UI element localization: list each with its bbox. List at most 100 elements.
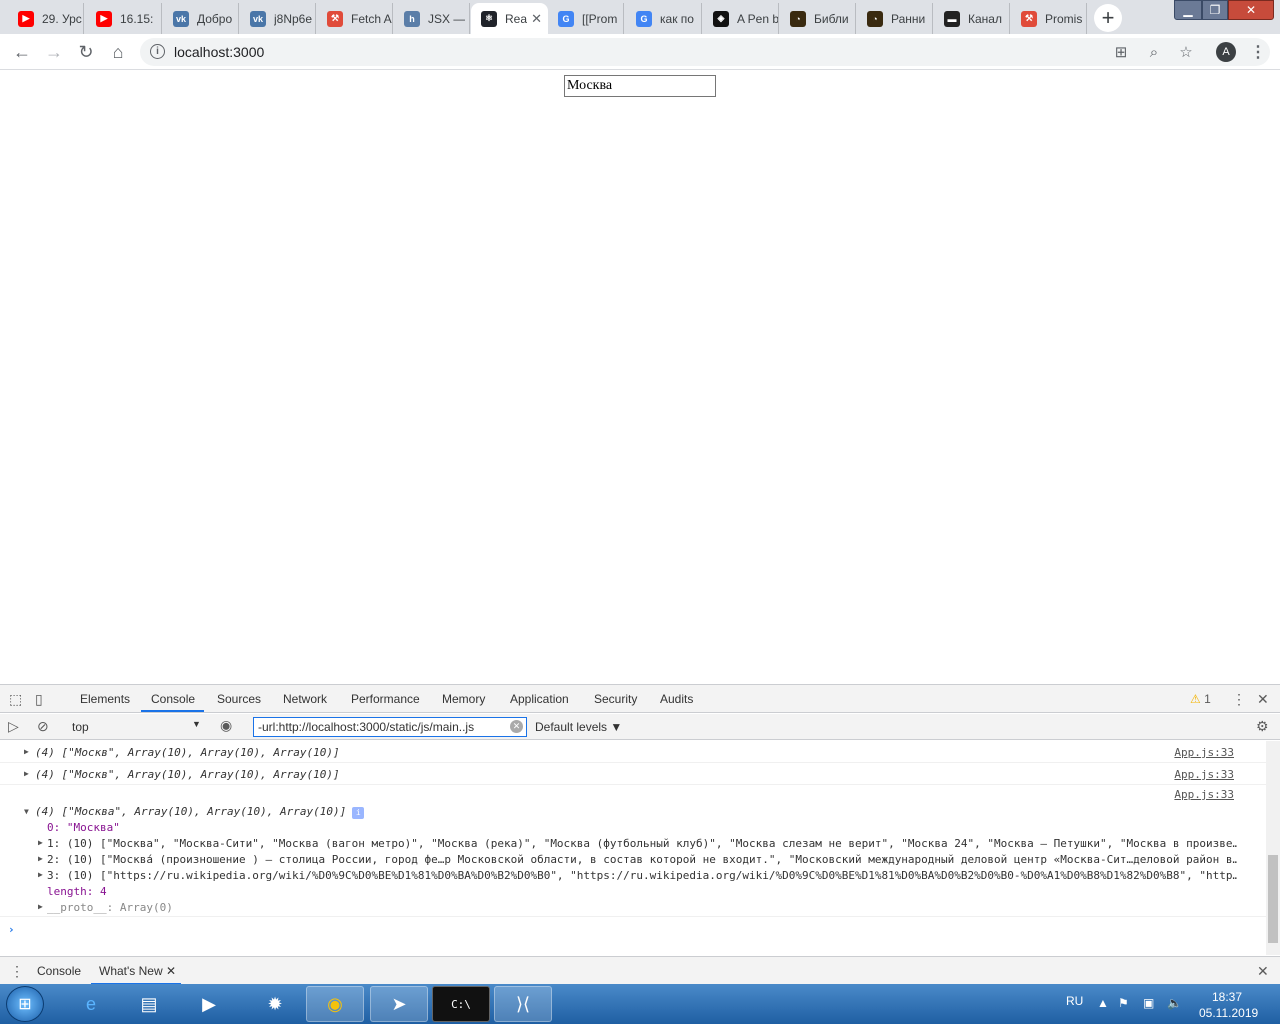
home-icon[interactable]: ⌂ [106,41,130,63]
new-tab-button[interactable]: + [1094,4,1122,32]
sidebar-toggle-icon[interactable]: ▷ [8,718,19,735]
live-expression-eye-icon[interactable]: ◉ [220,717,232,734]
google-icon: G [558,10,574,27]
close-tab-icon[interactable]: ✕ [531,11,542,27]
drawer-close-icon[interactable]: ✕ [1257,963,1269,980]
context-dropdown-icon[interactable]: ▼ [192,719,201,729]
browser-tab[interactable]: ◔ Ранни [857,3,933,34]
devtools-tab-audits[interactable]: Audits [660,692,693,706]
expand-caret-icon[interactable]: ▶ [38,902,43,911]
address-url[interactable]: localhost:3000 [174,44,264,60]
collapse-caret-icon[interactable]: ▼ [24,807,29,816]
warning-indicator[interactable]: ⚠ 1 [1190,692,1211,706]
browser-tab[interactable]: ⚛ Rea ✕ [471,3,548,34]
settings-app-icon[interactable]: ✹ [246,986,304,1022]
console-scrollbar[interactable] [1266,741,1280,955]
browser-tab[interactable]: h JSX — [394,3,470,34]
browser-tab[interactable]: ⚒ Fetch A [317,3,393,34]
explorer-icon[interactable]: ▤ [120,986,178,1022]
expand-caret-icon[interactable]: ▶ [38,854,43,863]
chrome-icon[interactable]: ◉ [306,986,364,1022]
minimize-button[interactable]: ▁ [1174,0,1202,20]
console-log-row[interactable]: ▶ (4) ["Москв", Array(10), Array(10), Ar… [0,763,1266,785]
console-log-source-link[interactable]: App.js:33 [1174,746,1234,759]
browser-tab[interactable]: ▶ 29. Урс [8,3,84,34]
glasses-icon: ◔ [867,10,883,27]
active-tab-indicator [141,710,204,712]
clock-time[interactable]: 18:37 [1212,990,1242,1004]
console-prompt-icon[interactable]: › [8,923,15,936]
expand-caret-icon[interactable]: ▶ [38,870,43,879]
devtools-tab-sources[interactable]: Sources [217,692,261,706]
browser-tab[interactable]: vk j8Np6e [240,3,316,34]
network-icon[interactable]: ▣ [1143,996,1154,1010]
console-messages: ▶ (4) ["Москв", Array(10), Array(10), Ar… [0,741,1266,955]
console-log-source-link[interactable]: App.js:33 [1174,768,1234,781]
drawer-tab-console[interactable]: Console [37,964,81,978]
browser-tab[interactable]: ◔ Библи [780,3,856,34]
browser-tab[interactable]: vk Добро [163,3,239,34]
ie-icon[interactable]: e [62,986,120,1022]
forward-icon[interactable]: → [42,41,66,63]
telegram-icon[interactable]: ➤ [370,986,428,1022]
devtools-tab-memory[interactable]: Memory [442,692,485,706]
array-item-1[interactable]: 1: (10) ["Москва", "Москва-Сити", "Москв… [47,837,1237,850]
devtools-tab-security[interactable]: Security [594,692,637,706]
browser-tab[interactable]: ▬ Канал [934,3,1010,34]
devtools-menu-icon[interactable]: ⋮ [1232,691,1246,708]
array-item-2[interactable]: 2: (10) ["Москва́ (произношение ) — стол… [47,853,1237,866]
translate-icon[interactable]: ⊞ [1110,42,1132,62]
inspect-element-icon[interactable]: ⬚ [9,691,22,708]
volume-icon[interactable]: 🔈 [1167,996,1182,1010]
browser-tab[interactable]: ◈ A Pen b [703,3,779,34]
filter-clear-icon[interactable]: ✕ [510,720,523,733]
bookmark-star-icon[interactable]: ☆ [1175,42,1197,62]
device-toolbar-icon[interactable]: ▯ [35,691,43,708]
expand-caret-icon[interactable]: ▶ [24,769,29,778]
reload-icon[interactable]: ↻ [74,41,98,63]
console-log-source-link[interactable]: App.js:33 [1174,788,1234,801]
devtools-tab-elements[interactable]: Elements [80,692,130,706]
media-player-icon[interactable]: ▶ [180,986,238,1022]
array-proto[interactable]: __proto__: Array(0) [47,901,173,914]
vscode-icon[interactable]: ⟩⟨ [494,986,552,1022]
tray-expand-icon[interactable]: ▲ [1097,996,1109,1010]
profile-avatar[interactable]: A [1216,42,1236,62]
console-log-row-expanded[interactable]: App.js:33 ▼ (4) ["Москва", Array(10), Ar… [0,785,1266,917]
maximize-button[interactable]: ❐ [1202,0,1228,20]
start-button[interactable]: ⊞ [6,986,44,1022]
devtools-tab-application[interactable]: Application [510,692,569,706]
cmd-icon[interactable]: C:\ [432,986,490,1022]
drawer-menu-icon[interactable]: ⋮ [10,963,24,980]
back-icon[interactable]: ← [10,41,34,63]
expand-caret-icon[interactable]: ▶ [38,838,43,847]
address-bar[interactable]: i localhost:3000 ⊞ ⌕ ☆ [140,38,1270,66]
context-select[interactable]: top [64,717,204,737]
devtools-close-icon[interactable]: ✕ [1257,691,1269,708]
console-settings-gear-icon[interactable]: ⚙ [1256,718,1269,735]
zoom-icon[interactable]: ⌕ [1143,42,1165,62]
browser-tab[interactable]: Gкак по [626,3,702,34]
console-log-row[interactable]: ▶ (4) ["Москв", Array(10), Array(10), Ar… [0,741,1266,763]
clock-date[interactable]: 05.11.2019 [1199,1006,1258,1020]
devtools-tab-performance[interactable]: Performance [351,692,420,706]
browser-tab[interactable]: G [[Prom [548,3,624,34]
language-indicator[interactable]: RU [1066,994,1083,1008]
browser-tab[interactable]: ▶ 16.15: [86,3,162,34]
devtools-tab-network[interactable]: Network [283,692,327,706]
drawer-tab-whats-new[interactable]: What's New ✕ [99,964,176,978]
clear-console-icon[interactable]: ⊘ [37,718,49,735]
expand-caret-icon[interactable]: ▶ [24,747,29,756]
close-window-button[interactable]: ✕ [1228,0,1274,20]
city-search-input[interactable] [564,75,716,97]
console-scroll-thumb[interactable] [1268,855,1278,943]
devtools-tab-console[interactable]: Console [151,692,195,706]
log-levels-dropdown[interactable]: Default levels ▼ [535,720,622,734]
site-info-icon[interactable]: i [150,44,165,59]
array-item-3[interactable]: 3: (10) ["https://ru.wikipedia.org/wiki/… [47,869,1237,882]
action-center-icon[interactable]: ⚑ [1118,996,1129,1010]
browser-menu-icon[interactable]: ⋮ [1250,42,1266,62]
drawer-tab-close-icon[interactable]: ✕ [166,964,176,978]
browser-tab[interactable]: ⚒ Promis [1011,3,1087,34]
console-filter-input[interactable]: -url:http://localhost:3000/static/js/mai… [253,717,527,737]
